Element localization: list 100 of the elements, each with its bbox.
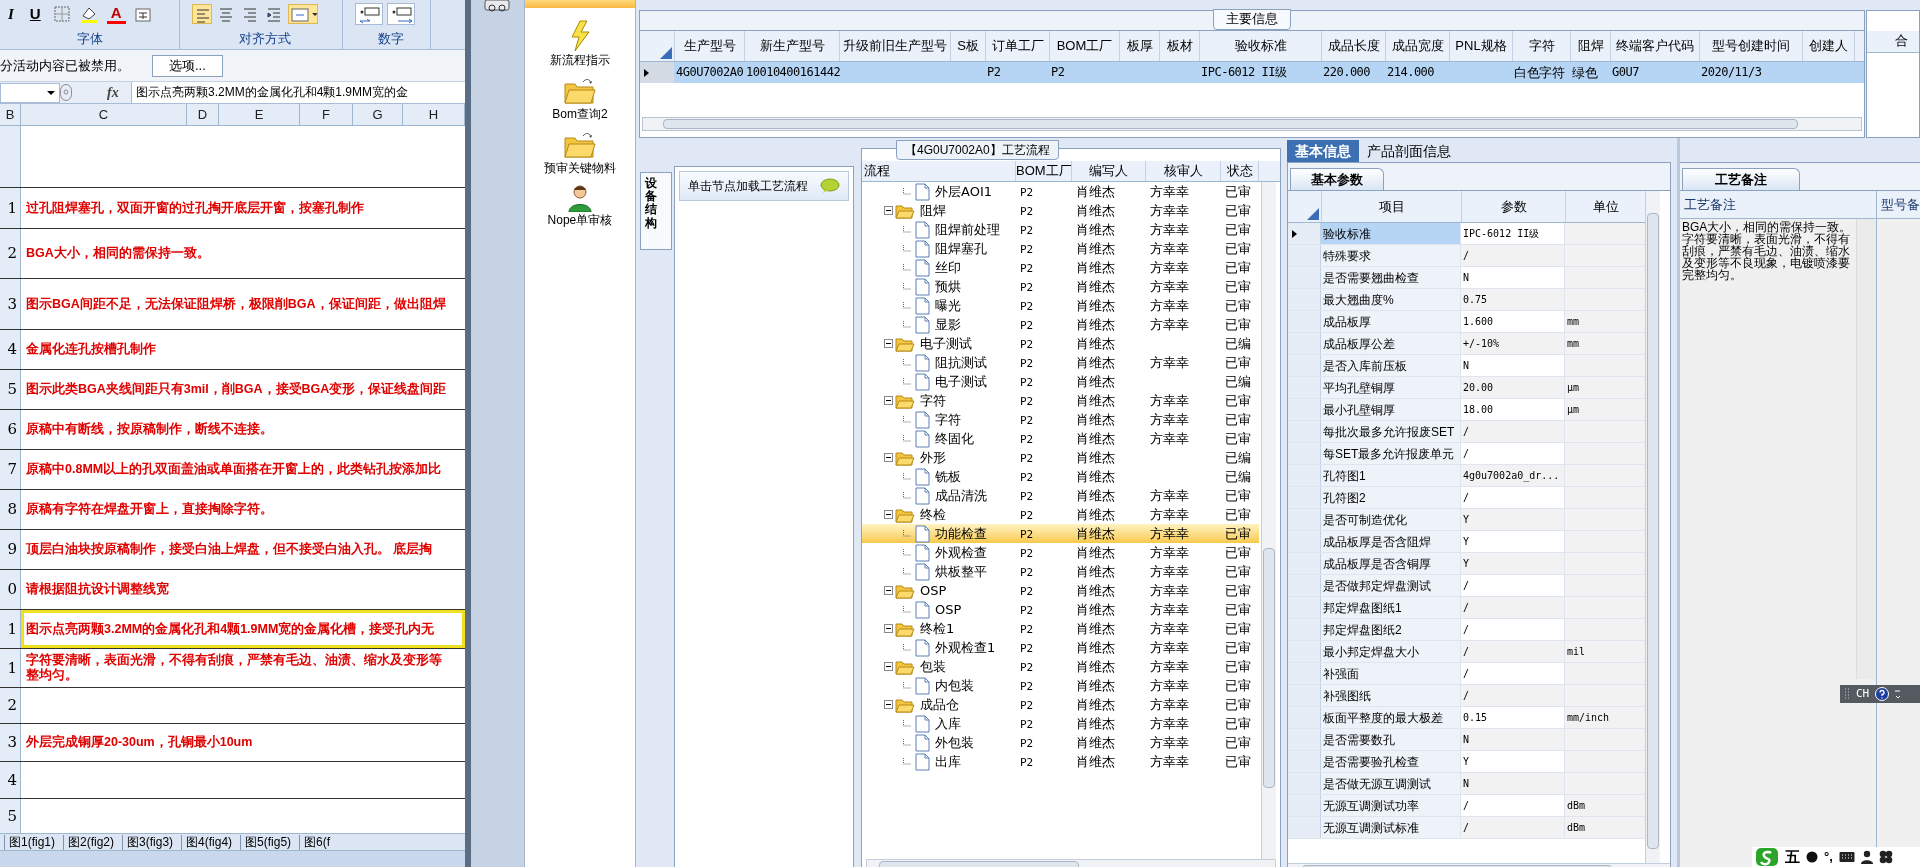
tree-node-label[interactable]: 入库 [935, 713, 961, 734]
tree-row[interactable]: 电子测试 P2 肖维杰 已编 [862, 334, 1259, 353]
tab[interactable]: 产品剖面信息 [1359, 140, 1459, 162]
tree-row[interactable]: 字符 P2 肖维杰 方幸幸 已审 [862, 391, 1259, 410]
collapse-icon[interactable] [884, 624, 893, 633]
row-header[interactable]: 7 [0, 450, 21, 489]
collapse-icon[interactable] [884, 700, 893, 709]
table-row[interactable]: 最大翘曲度% 0.75 [1288, 289, 1645, 311]
row-header[interactable]: 1 [0, 649, 21, 687]
tree-row[interactable]: 外形 P2 肖维杰 已编 [862, 448, 1259, 467]
column-header[interactable]: 状态 [1221, 161, 1259, 181]
tree-row[interactable]: 入库 P2 肖维杰 方幸幸 已审 [862, 714, 1259, 733]
table-cell[interactable]: 最小邦定焊盘大小 [1321, 641, 1461, 662]
column-header[interactable]: F [300, 104, 353, 125]
tree-row[interactable]: 阻抗测试 P2 肖维杰 方幸幸 已审 [862, 353, 1259, 372]
increase-decimal-icon[interactable] [355, 3, 383, 25]
collapse-icon[interactable] [884, 396, 893, 405]
tree-node-label[interactable]: 终检1 [920, 618, 955, 639]
tree-row[interactable]: 外包装 P2 肖维杰 方幸幸 已审 [862, 733, 1259, 752]
table-cell[interactable]: N [1461, 355, 1565, 376]
table-row[interactable]: 最小孔壁铜厚 18.00 μm [1288, 399, 1645, 421]
tree-node-label[interactable]: 阻焊 [920, 200, 946, 221]
sheet-tab[interactable]: 图6(f [299, 834, 335, 850]
sheet-tab[interactable]: 图5(fig5) [240, 834, 296, 850]
tree-node-label[interactable]: 阻焊塞孔 [935, 238, 987, 259]
tree-row[interactable]: 终检 P2 肖维杰 方幸幸 已审 [862, 505, 1259, 524]
table-row[interactable]: 平均孔壁铜厚 20.00 μm [1288, 377, 1645, 399]
collapse-icon[interactable] [884, 662, 893, 671]
table-cell[interactable]: mil [1567, 646, 1586, 657]
row-header[interactable]: 1 [0, 610, 21, 648]
hint-item[interactable]: 单击节点加载工艺流程 [679, 171, 849, 201]
tree-row[interactable]: 成品仓 P2 肖维杰 方幸幸 已审 [862, 695, 1259, 714]
table-cell[interactable]: mm/inch [1567, 712, 1610, 723]
table-cell[interactable]: / [1461, 663, 1565, 684]
collapse-icon[interactable] [884, 206, 893, 215]
table-cell[interactable]: dBm [1567, 822, 1586, 833]
table-cell[interactable]: μm [1567, 404, 1580, 415]
table-row[interactable]: 无源互调测试功率 / dBm [1288, 795, 1645, 817]
row-header[interactable]: 1 [0, 188, 21, 228]
column-header[interactable]: 工艺备注 [1680, 191, 1877, 218]
row-header[interactable]: 4 [0, 330, 21, 369]
vertical-scrollbar[interactable] [1645, 191, 1660, 863]
tree-node-label[interactable]: OSP [920, 580, 947, 601]
tree-node-label[interactable]: 阻抗测试 [935, 352, 987, 373]
vertical-scrollbar[interactable] [1261, 182, 1276, 859]
insert-function-button[interactable]: fx [107, 82, 131, 103]
table-cell[interactable]: BGA大小，相同的需保持一致。 [21, 229, 465, 278]
column-header[interactable]: 核审人 [1146, 161, 1221, 181]
row-header[interactable]: 4 [0, 762, 21, 798]
language-indicator[interactable]: CH [1856, 685, 1870, 703]
table-cell[interactable]: 孔符图1 [1321, 465, 1461, 486]
table-cell[interactable]: 成品板厚 [1321, 311, 1461, 332]
tree-row[interactable]: OSP P2 肖维杰 方幸幸 已审 [862, 581, 1259, 600]
tree-node-label[interactable]: 终检 [920, 504, 946, 525]
table-cell[interactable]: 成品板厚公差 [1321, 333, 1461, 354]
column-header[interactable]: 成品长度 [1321, 31, 1385, 61]
column-header[interactable]: 项目 [1321, 191, 1461, 222]
tree-node-label[interactable]: 字符 [920, 390, 946, 411]
table-cell[interactable]: 最大翘曲度% [1321, 289, 1461, 310]
table-row[interactable]: 板面平整度的最大极差 0.15 mm/inch [1288, 707, 1645, 729]
column-header[interactable]: BOM工厂 [1049, 31, 1119, 61]
table-cell[interactable]: 平均孔壁铜厚 [1321, 377, 1461, 398]
row-header[interactable]: 2 [0, 688, 21, 723]
tree-node-label[interactable]: 外形 [920, 447, 946, 468]
full-width-icon[interactable] [1806, 851, 1818, 863]
tree-node-label[interactable]: 内包装 [935, 675, 974, 696]
tree-node-label[interactable]: 字符 [935, 409, 961, 430]
expand-handle-icon[interactable] [60, 83, 73, 102]
row-header[interactable] [1288, 223, 1321, 244]
table-cell[interactable]: +/-10% [1461, 333, 1565, 354]
column-header[interactable]: B [0, 104, 21, 125]
font-color-button[interactable]: A [106, 4, 126, 24]
tree-node-label[interactable]: 包装 [920, 656, 946, 677]
tree-node-label[interactable]: 功能检查 [935, 523, 987, 544]
ime-logo-icon[interactable] [1755, 847, 1779, 867]
table-cell[interactable]: 是否做邦定焊盘测试 [1321, 575, 1461, 596]
table-cell[interactable]: 0.75 [1461, 289, 1565, 310]
table-cell[interactable]: / [1461, 641, 1565, 662]
table-row[interactable]: 是否需要数孔 N [1288, 729, 1645, 751]
table-cell[interactable]: Y [1461, 553, 1565, 574]
tree-node-label[interactable]: 出库 [935, 751, 961, 772]
table-row[interactable]: 是否可制造优化 Y [1288, 509, 1645, 531]
table-cell[interactable]: 验收标准 [1321, 223, 1461, 244]
table-row[interactable]: 是否需要翘曲检查 N [1288, 267, 1645, 289]
row-header[interactable]: 3 [0, 724, 21, 761]
table-cell[interactable]: 每批次最多允许报废SET [1321, 421, 1461, 442]
column-header[interactable]: H [403, 104, 465, 125]
table-row[interactable]: 每SET最多允许报废单元 / [1288, 443, 1645, 465]
table-cell[interactable]: 最小孔壁铜厚 [1321, 399, 1461, 420]
table-cell[interactable]: 原稿中0.8MM以上的孔双面盖油或单面搭在开窗上的，此类钻孔按添加比 [21, 450, 465, 489]
table-cell[interactable]: 特殊要求 [1321, 245, 1461, 266]
tree-node-label[interactable]: 电子测试 [935, 371, 987, 392]
column-header[interactable]: 终端客户代码 [1610, 31, 1699, 61]
table-cell[interactable]: mm [1567, 316, 1580, 327]
tree-row[interactable]: 阻焊 P2 肖维杰 方幸幸 已审 [862, 201, 1259, 220]
table-row[interactable]: 邦定焊盘图纸1 / [1288, 597, 1645, 619]
table-cell[interactable]: Y [1461, 751, 1565, 772]
dropdown-icon[interactable] [47, 90, 55, 95]
table-cell[interactable]: 是否入库前压板 [1321, 355, 1461, 376]
decrease-decimal-icon[interactable] [387, 3, 415, 25]
